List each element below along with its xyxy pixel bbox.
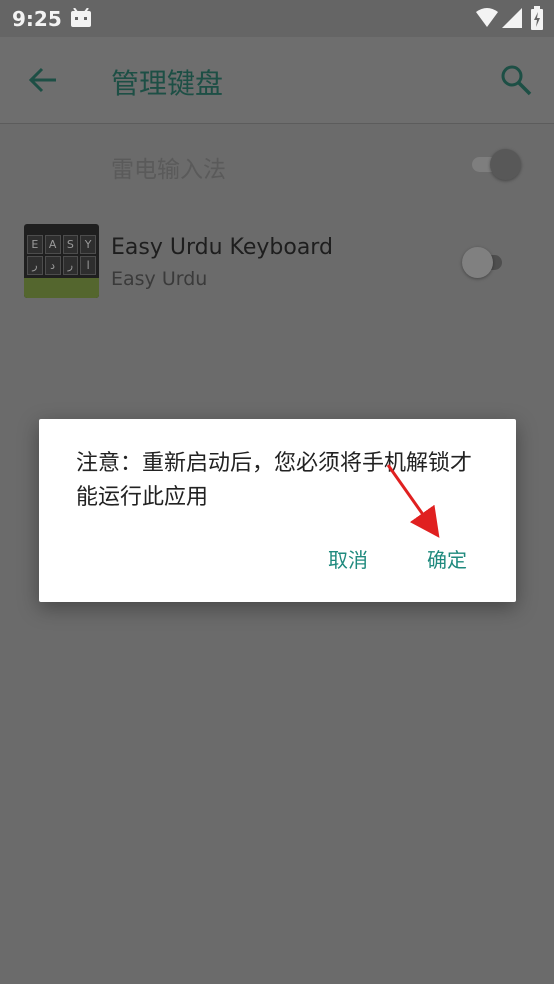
icon-key: ر (27, 256, 43, 275)
keyboard-name: Easy Urdu Keyboard (111, 235, 333, 260)
battery-charging-icon (531, 6, 543, 30)
icon-key: E (27, 235, 43, 254)
ok-button[interactable]: 确定 (427, 544, 467, 573)
keyboard-item-leidian[interactable]: 雷电输入法 (0, 124, 554, 208)
keyboard-subtitle: Easy Urdu (111, 268, 208, 290)
back-arrow-icon[interactable] (28, 65, 58, 95)
cell-signal-icon (502, 8, 522, 28)
search-icon[interactable] (500, 64, 532, 96)
keyboard-label: 雷电输入法 (111, 157, 226, 183)
icon-key: ر (62, 256, 79, 275)
toggle-thumb (462, 247, 493, 278)
icon-key: د (44, 256, 61, 275)
keyboard-toggle-on[interactable] (472, 146, 521, 182)
icon-green-bar (24, 278, 99, 298)
status-time: 9:25 (12, 7, 62, 31)
icon-key: S (62, 235, 79, 254)
keyboard-item-easy-urdu[interactable]: E A S Y ر د ر ا Easy Urdu Keyboard Easy … (0, 208, 554, 318)
dialog-message: 注意：重新启动后，您必须将手机解锁才能运行此应用 (76, 451, 473, 510)
easy-urdu-app-icon: E A S Y ر د ر ا (24, 224, 99, 298)
cancel-button[interactable]: 取消 (328, 544, 368, 573)
icon-key: ا (80, 256, 96, 275)
icon-key: A (44, 235, 61, 254)
page-title: 管理键盘 (111, 67, 224, 100)
keyboard-toggle-off[interactable] (462, 244, 508, 280)
wifi-icon (476, 8, 498, 27)
icon-key: Y (80, 235, 96, 254)
status-bar: 9:25 (0, 0, 554, 37)
android-debug-icon (71, 8, 91, 27)
app-bar: 管理键盘 (0, 37, 554, 124)
warning-dialog: 注意：重新启动后，您必须将手机解锁才能运行此应用 取消 确定 (39, 419, 516, 602)
toggle-thumb (490, 149, 521, 180)
